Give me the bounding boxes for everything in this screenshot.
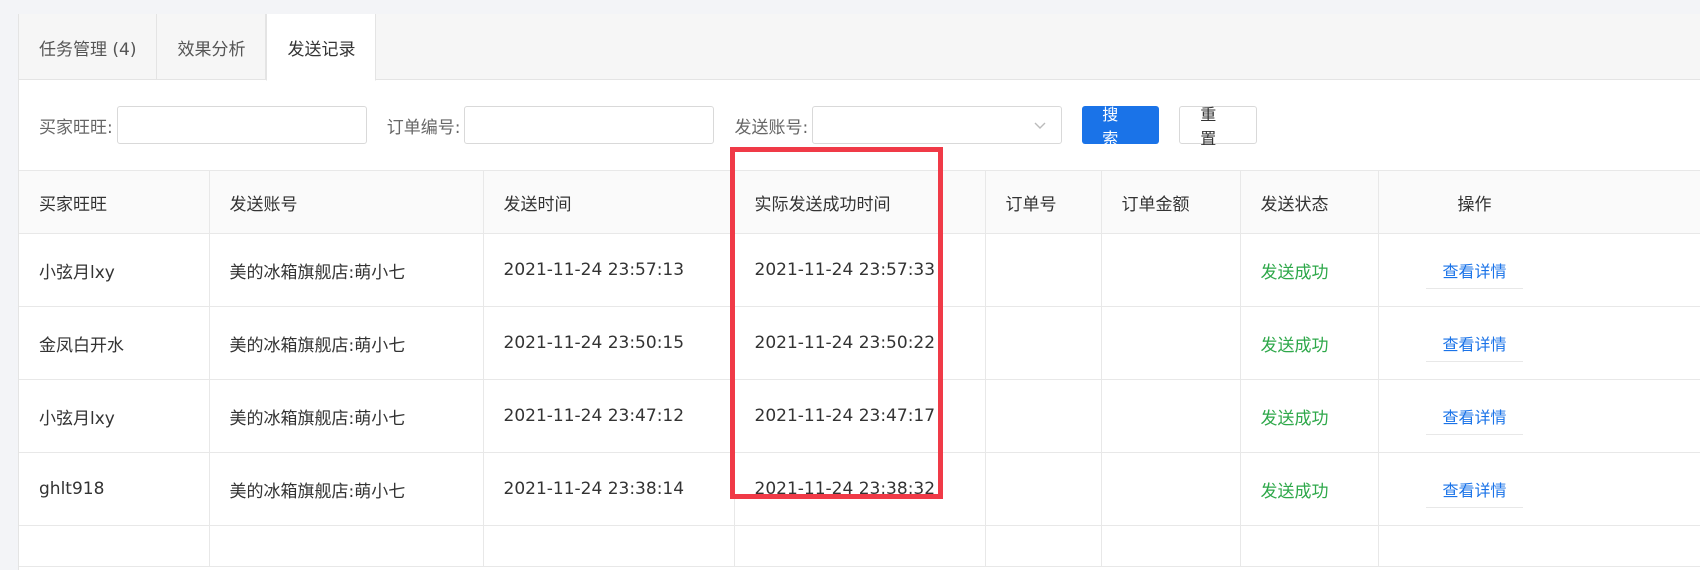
cell-buyer: 金凤白开水 — [19, 306, 210, 380]
cell-status: 发送成功 — [1240, 379, 1379, 453]
table-row: 金凤白开水 美的冰箱旗舰店:萌小七 2021-11-24 23:50:15 20… — [19, 306, 1700, 380]
view-details-link[interactable]: 查看详情 — [1426, 477, 1523, 508]
cell-send-time: 2021-11-24 23:50:15 — [483, 306, 735, 380]
records-table: 买家旺旺 发送账号 发送时间 实际发送成功时间 订单号 订单金额 发送状态 操作… — [19, 170, 1700, 567]
cell-send-time: 2021-11-24 23:38:14 — [483, 452, 735, 526]
cell-status: 发送成功 — [1240, 233, 1379, 307]
cell-success-time: 2021-11-24 23:47:17 — [734, 379, 986, 453]
tab-effect-analysis[interactable]: 效果分析 — [157, 14, 267, 80]
header-success-time: 实际发送成功时间 — [734, 170, 986, 234]
tab-send-records[interactable]: 发送记录 — [266, 14, 377, 81]
cell-action: 查看详情 — [1378, 379, 1700, 453]
header-action: 操作 — [1378, 170, 1700, 234]
cell-success-time: 2021-11-24 23:57:33 — [734, 233, 986, 307]
cell-order-no — [985, 306, 1102, 380]
table-header-row: 买家旺旺 发送账号 发送时间 实际发送成功时间 订单号 订单金额 发送状态 操作 — [19, 170, 1700, 234]
cell-send-time: 2021-11-24 23:47:12 — [483, 379, 735, 453]
cell-account: 美的冰箱旗舰店:萌小七 — [209, 379, 484, 453]
account-label: 发送账号: — [734, 117, 809, 138]
header-amount: 订单金额 — [1101, 170, 1241, 234]
cell-status: 发送成功 — [1240, 306, 1379, 380]
cell-account: 美的冰箱旗舰店:萌小七 — [209, 306, 484, 380]
cell-buyer: 小弦月lxy — [19, 379, 210, 453]
table-row: 小弦月lxy 美的冰箱旗舰店:萌小七 2021-11-24 23:47:12 2… — [19, 379, 1700, 453]
cell-success-time: 2021-11-24 23:50:22 — [734, 306, 986, 380]
header-order-no: 订单号 — [985, 170, 1102, 234]
header-buyer: 买家旺旺 — [19, 170, 210, 234]
account-select[interactable] — [812, 106, 1063, 144]
filter-bar: 买家旺旺: 订单编号: 发送账号: 搜索 重置 — [19, 80, 1700, 170]
search-button[interactable]: 搜索 — [1082, 105, 1160, 148]
cell-buyer: ghlt918 — [19, 452, 210, 526]
order-input[interactable] — [464, 106, 715, 144]
cell-amount — [1101, 452, 1241, 526]
cell-order-no — [985, 233, 1102, 307]
view-details-link[interactable]: 查看详情 — [1426, 404, 1523, 435]
tab-bar: 任务管理 (4) 效果分析 发送记录 — [19, 14, 1700, 81]
header-status: 发送状态 — [1240, 170, 1379, 234]
tab-task-management[interactable]: 任务管理 (4) — [19, 14, 158, 80]
cell-action: 查看详情 — [1378, 306, 1700, 380]
records-panel: 任务管理 (4) 效果分析 发送记录 买家旺旺: 订单编号: 发送账号: 搜索 … — [18, 14, 1700, 570]
cell-amount — [1101, 233, 1241, 307]
cell-buyer: 小弦月lxy — [19, 233, 210, 307]
table-row: 小弦月lxy 美的冰箱旗舰店:萌小七 2021-11-24 23:57:13 2… — [19, 233, 1700, 307]
cell-success-time: 2021-11-24 23:38:32 — [734, 452, 986, 526]
buyer-label: 买家旺旺: — [39, 117, 113, 138]
reset-button[interactable]: 重置 — [1179, 105, 1258, 148]
header-account: 发送账号 — [209, 170, 484, 234]
view-details-link[interactable]: 查看详情 — [1426, 331, 1523, 362]
buyer-input[interactable] — [116, 106, 367, 144]
view-details-link[interactable]: 查看详情 — [1426, 258, 1523, 289]
table-row: ghlt918 美的冰箱旗舰店:萌小七 2021-11-24 23:38:14 … — [19, 452, 1700, 526]
cell-amount — [1101, 306, 1241, 380]
cell-action: 查看详情 — [1378, 452, 1700, 526]
cell-amount — [1101, 379, 1241, 453]
cell-action: 查看详情 — [1378, 233, 1700, 307]
table-row-partial — [19, 525, 1700, 567]
chevron-down-icon — [1034, 122, 1046, 129]
cell-send-time: 2021-11-24 23:57:13 — [483, 233, 735, 307]
cell-order-no — [985, 452, 1102, 526]
cell-status: 发送成功 — [1240, 452, 1379, 526]
order-label: 订单编号: — [386, 117, 461, 138]
cell-order-no — [985, 379, 1102, 453]
header-send-time: 发送时间 — [483, 170, 735, 234]
cell-account: 美的冰箱旗舰店:萌小七 — [209, 452, 484, 526]
cell-account: 美的冰箱旗舰店:萌小七 — [209, 233, 484, 307]
